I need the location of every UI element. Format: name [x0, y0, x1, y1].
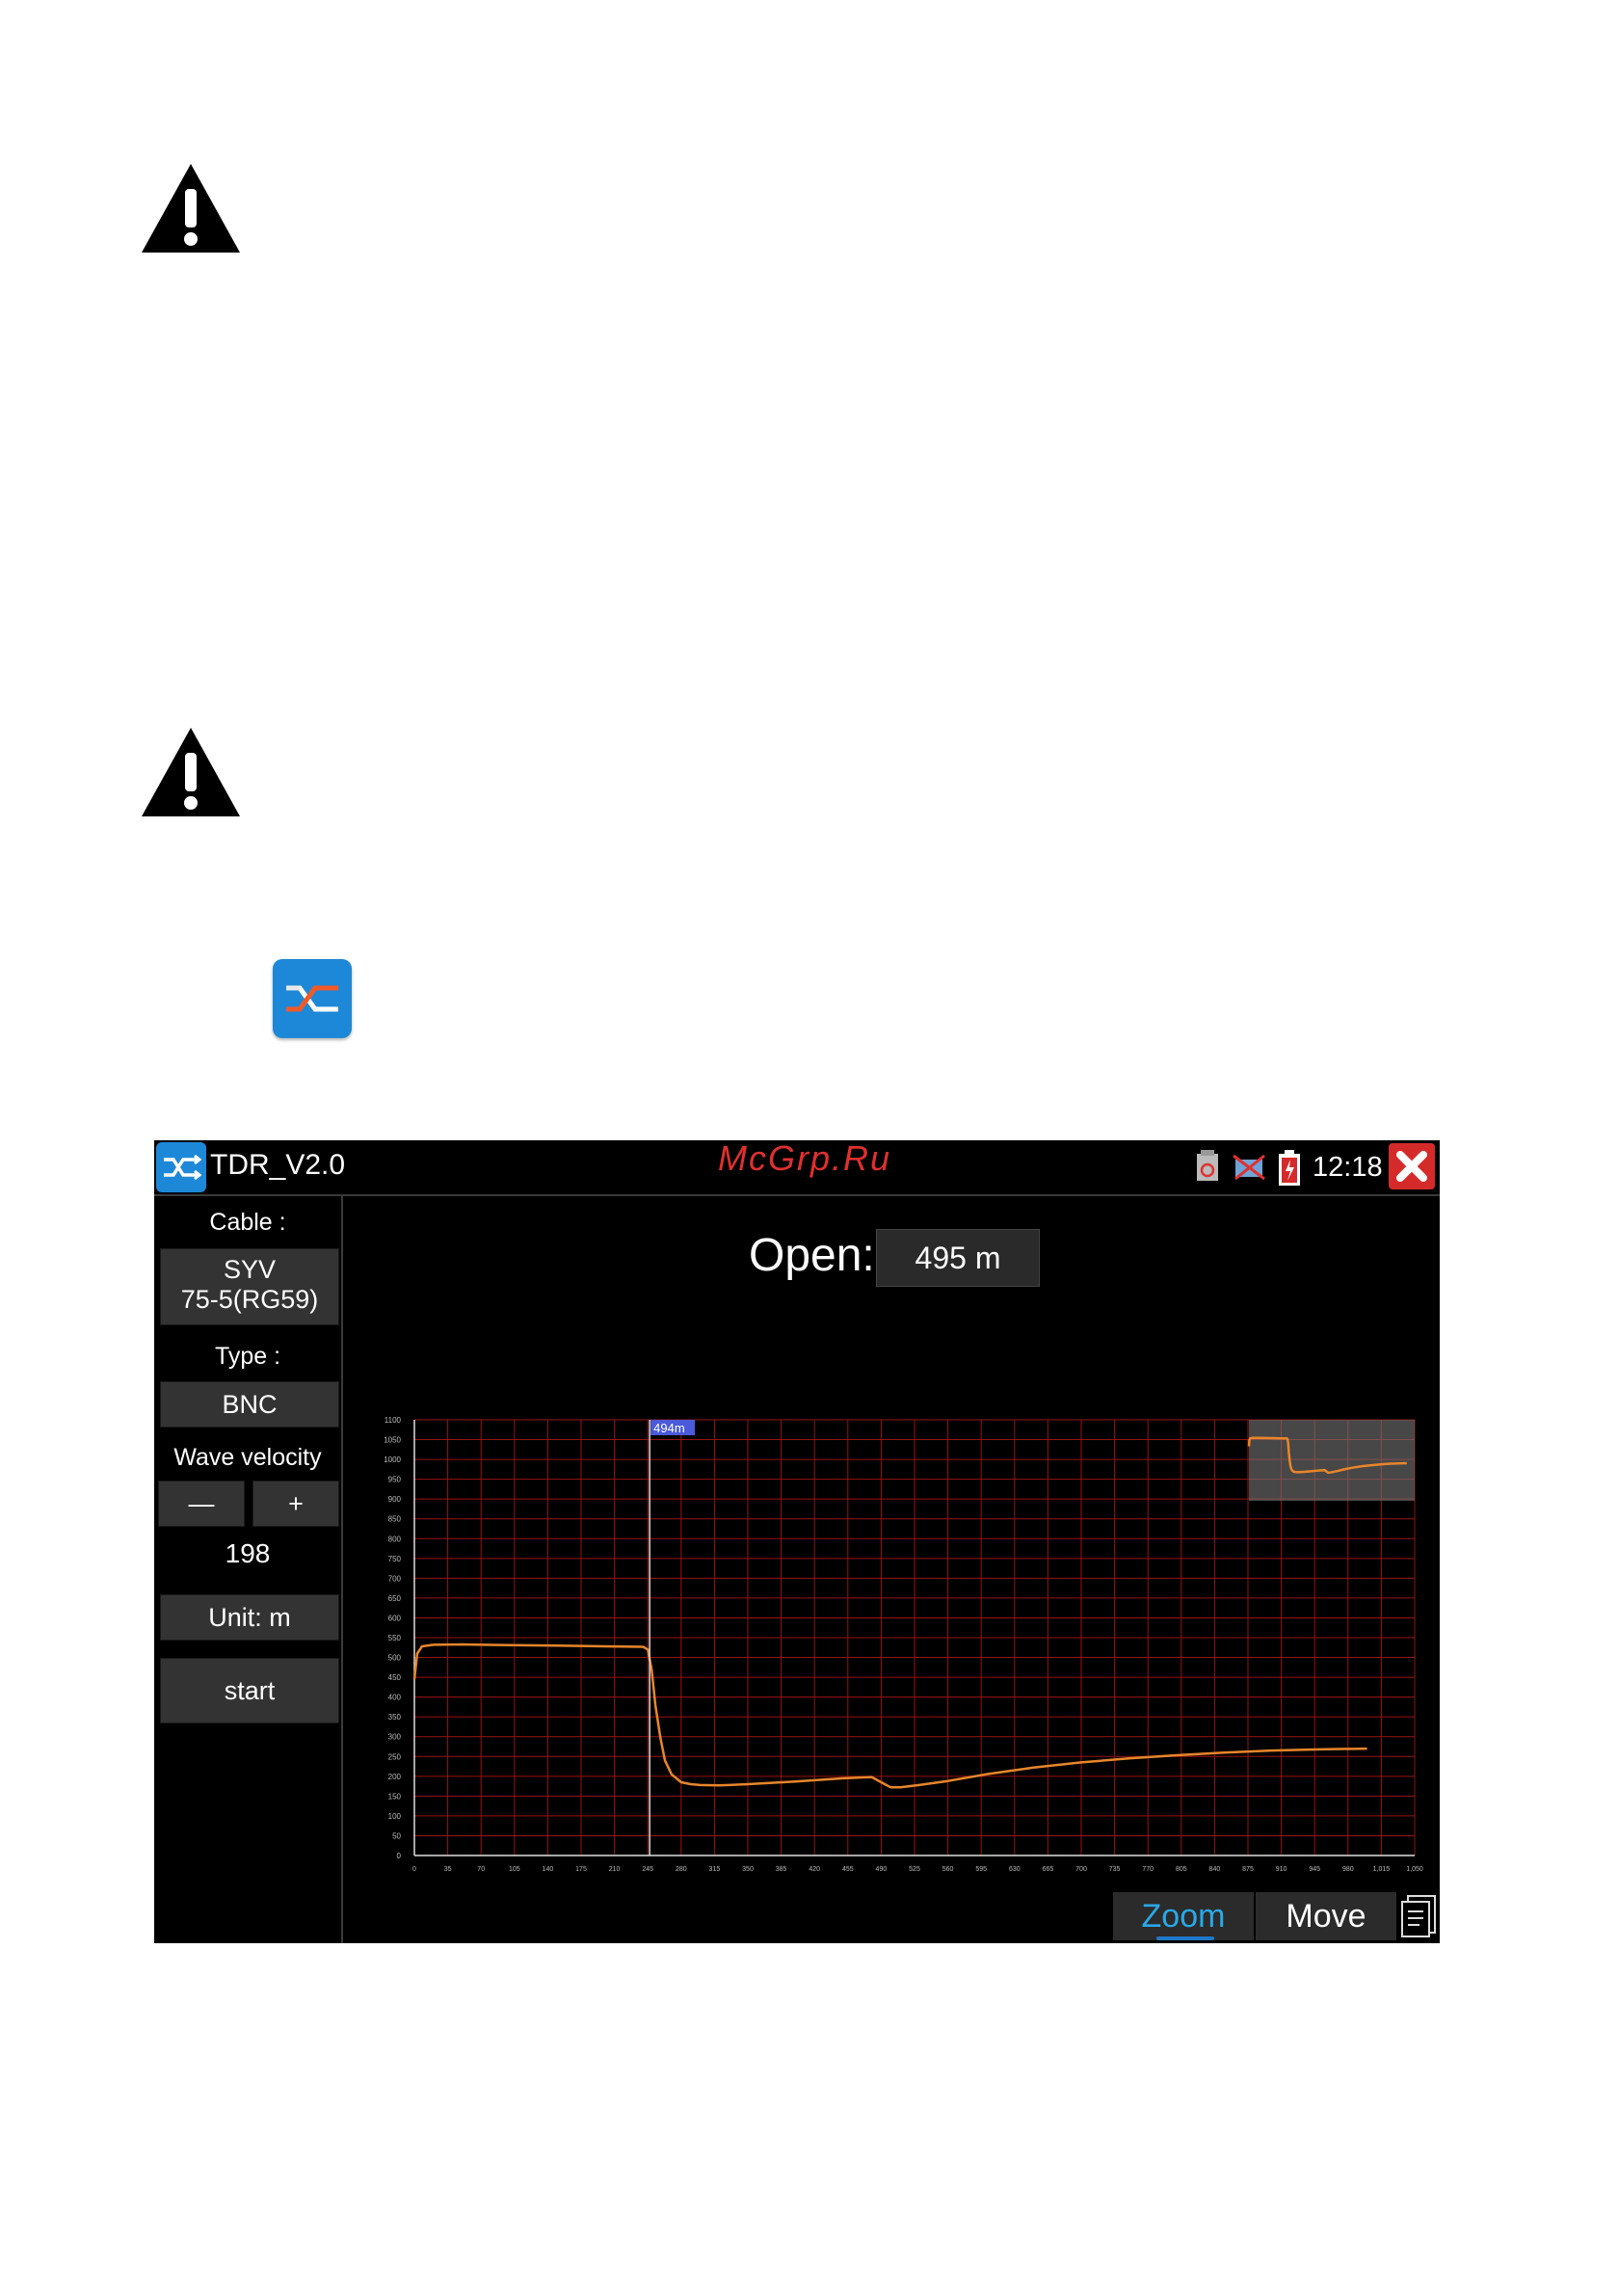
trace-line [412, 1642, 1367, 1789]
tdr-waveform-chart[interactable]: 0501001502002503003504004505005506006507… [347, 1410, 1440, 1892]
y-tick-label: 950 [388, 1476, 402, 1484]
y-tick-label: 550 [388, 1634, 402, 1642]
x-tick-label: 420 [809, 1866, 820, 1873]
y-tick-label: 850 [388, 1515, 402, 1524]
y-tick-label: 50 [392, 1831, 401, 1840]
x-tick-label: 735 [1109, 1866, 1121, 1873]
x-tick-label: 105 [509, 1866, 520, 1873]
x-tick-label: 840 [1209, 1866, 1221, 1873]
y-tick-label: 1000 [384, 1455, 401, 1464]
y-tick-label: 1100 [385, 1416, 402, 1425]
wave-velocity-value: 198 [225, 1538, 271, 1568]
y-tick-label: 100 [388, 1812, 402, 1821]
cable-value-line2: 75-5(RG59) [180, 1285, 319, 1314]
close-button[interactable] [1389, 1143, 1435, 1189]
x-tick-label: 910 [1276, 1866, 1287, 1873]
tdr-app-icon [156, 1142, 206, 1192]
x-tick-label: 175 [575, 1866, 587, 1873]
y-tick-label: 650 [388, 1594, 402, 1603]
x-tick-label: 490 [876, 1866, 888, 1873]
zoom-active-indicator [1156, 1936, 1214, 1940]
wave-velocity-label: Wave velocity [173, 1444, 322, 1471]
cable-value-line1: SYV [223, 1255, 277, 1284]
cable-select[interactable]: SYV 75-5(RG59) [160, 1248, 339, 1325]
x-tick-label: 140 [543, 1866, 554, 1873]
y-tick-label: 1050 [384, 1436, 401, 1445]
x-tick-label: 35 [444, 1866, 452, 1873]
velocity-decrease-button[interactable]: — [158, 1481, 245, 1527]
report-icon[interactable] [1400, 1894, 1437, 1938]
x-tick-label: 350 [742, 1866, 754, 1873]
y-tick-label: 250 [388, 1752, 402, 1761]
tdr-app-icon[interactable] [273, 959, 352, 1038]
y-tick-label: 450 [388, 1673, 402, 1682]
y-tick-label: 900 [388, 1495, 402, 1504]
x-tick-label: 245 [642, 1866, 653, 1873]
y-tick-label: 500 [388, 1654, 402, 1663]
y-tick-label: 150 [388, 1792, 402, 1801]
x-tick-label: 385 [776, 1866, 787, 1873]
tdr-screen: TDR_V2.0 McGrp.Ru 12:18 Cable : SYV 75-5… [154, 1140, 1440, 1943]
warning-icon [142, 728, 240, 816]
y-tick-label: 350 [388, 1713, 402, 1722]
warning-icon [142, 164, 240, 253]
x-tick-label: 805 [1176, 1866, 1187, 1873]
network-icon [1233, 1154, 1265, 1181]
clock: 12:18 [1313, 1152, 1383, 1183]
x-tick-label: 315 [709, 1866, 721, 1873]
cable-label: Cable : [209, 1209, 286, 1236]
title-bar: TDR_V2.0 McGrp.Ru 12:18 [154, 1140, 1440, 1196]
y-tick-label: 300 [388, 1733, 402, 1742]
unit-button[interactable]: Unit: m [160, 1594, 339, 1641]
x-tick-label: 945 [1309, 1866, 1320, 1873]
x-tick-label: 875 [1242, 1866, 1254, 1873]
waveform-trace [412, 1642, 1367, 1789]
crossed-cable-icon [286, 985, 338, 1012]
zoom-button[interactable]: Zoom [1113, 1892, 1254, 1940]
overview-thumbnail[interactable] [1247, 1420, 1415, 1501]
y-tick-label: 750 [388, 1555, 402, 1563]
x-tick-label: 700 [1075, 1866, 1087, 1873]
y-axis-ticks: 0 50 100 150 200 250 300 350 400 450 500 550 600 650 7… [384, 1416, 401, 1860]
move-button[interactable]: Move [1256, 1892, 1396, 1940]
close-icon [1396, 1151, 1427, 1182]
x-tick-label: 980 [1342, 1866, 1354, 1873]
x-tick-label: 280 [676, 1866, 687, 1873]
battery-icon [1279, 1150, 1300, 1186]
x-tick-label: 595 [975, 1866, 987, 1873]
crossed-cable-icon [164, 1154, 202, 1181]
start-button[interactable]: start [160, 1658, 339, 1723]
type-select[interactable]: BNC [160, 1381, 339, 1428]
type-label: Type : [214, 1343, 281, 1370]
cursor-label: 494m [653, 1421, 685, 1435]
x-tick-label: 455 [842, 1866, 854, 1873]
x-tick-label: 770 [1142, 1866, 1154, 1873]
y-tick-label: 400 [388, 1694, 402, 1702]
y-tick-label: 200 [388, 1773, 402, 1781]
velocity-increase-button[interactable]: + [252, 1481, 339, 1527]
y-tick-label: 0 [397, 1852, 402, 1860]
x-tick-label: 1,015 [1373, 1866, 1391, 1873]
overview-background [1249, 1420, 1415, 1501]
x-tick-label: 1,050 [1406, 1866, 1423, 1873]
x-tick-label: 560 [942, 1866, 954, 1873]
distance-value: 495 m [876, 1229, 1040, 1287]
x-tick-label: 70 [477, 1866, 485, 1873]
x-tick-label: 210 [609, 1866, 621, 1873]
watermark: McGrp.Ru [718, 1140, 892, 1178]
x-axis-ticks: 0 35 70 105 140 175 210 245 280 315 350 385 420 455 49… [412, 1866, 1423, 1873]
y-tick-label: 700 [388, 1574, 402, 1583]
fault-status-label: Open: [749, 1230, 875, 1281]
x-tick-label: 630 [1009, 1866, 1021, 1873]
x-tick-label: 0 [412, 1866, 416, 1873]
storage-icon [1197, 1150, 1218, 1181]
app-title: TDR_V2.0 [210, 1149, 346, 1181]
x-tick-label: 665 [1043, 1866, 1054, 1873]
y-tick-label: 800 [388, 1535, 402, 1543]
settings-panel: Cable : SYV 75-5(RG59) Type : BNC Wave v… [154, 1195, 343, 1943]
x-tick-label: 525 [909, 1866, 920, 1873]
y-tick-label: 600 [388, 1614, 402, 1622]
